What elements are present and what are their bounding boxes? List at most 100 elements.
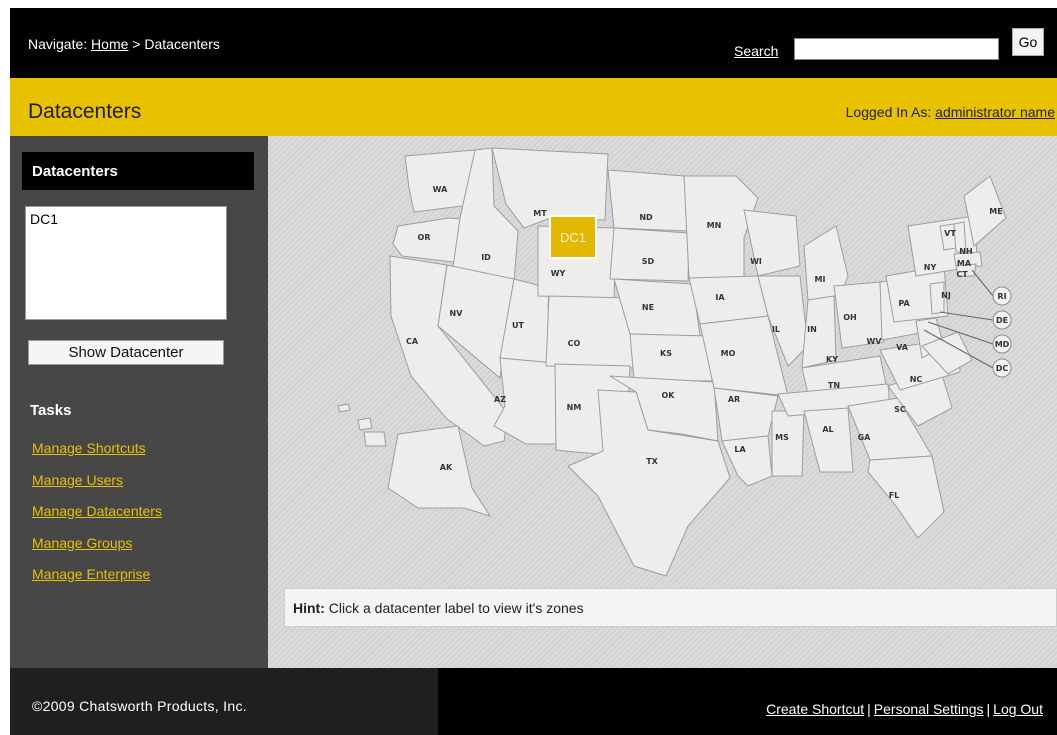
task-manage-groups-link[interactable]: Manage Groups bbox=[32, 535, 162, 567]
state-shape bbox=[357, 417, 373, 431]
task-manage-datacenters-link[interactable]: Manage Datacenters bbox=[32, 503, 162, 535]
search-input[interactable] bbox=[794, 38, 999, 60]
state-label-ia: IA bbox=[715, 293, 725, 302]
state-label-nd: ND bbox=[639, 213, 653, 222]
state-label-ms: MS bbox=[775, 433, 789, 442]
callout-label-de: DE bbox=[996, 316, 1008, 325]
state-shape bbox=[771, 410, 805, 477]
footer-left: ©2009 Chatsworth Products, Inc. bbox=[10, 668, 438, 735]
state-label-me: ME bbox=[989, 207, 1002, 216]
datacenter-listbox[interactable]: DC1 bbox=[25, 206, 227, 320]
state-label-wv: WV bbox=[866, 337, 882, 346]
log-out-link[interactable]: Log Out bbox=[993, 701, 1043, 717]
state-label-al: AL bbox=[822, 425, 833, 434]
state-shape bbox=[713, 387, 779, 442]
task-manage-users-link[interactable]: Manage Users bbox=[32, 472, 162, 504]
hint-label: Hint: bbox=[293, 600, 325, 616]
state-label-nj: NJ bbox=[941, 291, 951, 300]
state-label-nv: NV bbox=[450, 309, 464, 318]
us-map-area: WA OR CA ID NV UT AZ MT WY CO NM ND SD NE KS OK TX MN IA MO… bbox=[268, 136, 1057, 668]
search-link[interactable]: Search bbox=[734, 43, 778, 59]
state-label-mo: MO bbox=[721, 349, 736, 358]
state-label-la: LA bbox=[734, 445, 746, 454]
state-label-mi: MI bbox=[815, 275, 826, 284]
hint-text: Click a datacenter label to view it's zo… bbox=[324, 600, 584, 616]
breadcrumb-separator: > bbox=[128, 36, 145, 52]
state-label-ma: MA bbox=[957, 259, 972, 268]
state-label-ca: CA bbox=[406, 337, 419, 346]
callout-line bbox=[971, 269, 994, 297]
state-label-ok: OK bbox=[662, 391, 676, 400]
state-label-ny: NY bbox=[924, 263, 937, 272]
state-shape bbox=[363, 431, 387, 447]
separator: | bbox=[867, 701, 871, 717]
task-manage-shortcuts-link[interactable]: Manage Shortcuts bbox=[32, 440, 162, 472]
hint-box: Hint: Click a datacenter label to view i… bbox=[284, 588, 1057, 627]
state-label-ct: CT bbox=[956, 270, 968, 279]
create-shortcut-link[interactable]: Create Shortcut bbox=[766, 701, 864, 717]
state-label-sd: SD bbox=[642, 257, 655, 266]
state-label-ak: AK bbox=[440, 463, 453, 472]
state-label-mt: MT bbox=[533, 209, 547, 218]
breadcrumb-home-link[interactable]: Home bbox=[91, 36, 128, 52]
app-frame: Navigate: Home > Datacenters Search Go D… bbox=[10, 8, 1057, 735]
state-shape bbox=[867, 455, 945, 539]
datacenter-marker-label[interactable]: DC1 bbox=[560, 230, 586, 245]
personal-settings-link[interactable]: Personal Settings bbox=[874, 701, 984, 717]
state-label-mn: MN bbox=[707, 221, 722, 230]
state-label-ut: UT bbox=[512, 321, 524, 330]
callout-label-dc: DC bbox=[996, 364, 1009, 373]
state-shape bbox=[609, 227, 690, 282]
sidebar-title: Datacenters bbox=[22, 152, 254, 190]
breadcrumb-prefix: Navigate: bbox=[28, 36, 92, 52]
state-shape bbox=[688, 275, 769, 325]
logged-in-info: Logged In As: administrator name bbox=[846, 104, 1055, 120]
state-label-tn: TN bbox=[828, 381, 840, 390]
breadcrumb: Navigate: Home > Datacenters bbox=[28, 36, 220, 52]
go-button[interactable]: Go bbox=[1012, 28, 1044, 56]
state-label-tx: TX bbox=[646, 457, 658, 466]
state-label-vt: VT bbox=[944, 229, 956, 238]
callout-label-md: MD bbox=[995, 340, 1010, 349]
state-label-sc: SC bbox=[894, 405, 906, 414]
state-label-nm: NM bbox=[567, 403, 582, 412]
state-label-wy: WY bbox=[551, 269, 566, 278]
state-label-az: AZ bbox=[494, 395, 506, 404]
title-bar: Datacenters Logged In As: administrator … bbox=[10, 78, 1057, 136]
datacenter-marker-dc1[interactable]: DC1 bbox=[549, 215, 597, 259]
state-label-oh: OH bbox=[843, 313, 857, 322]
callout-label-ri: RI bbox=[997, 292, 1006, 301]
state-label-ar: AR bbox=[728, 395, 740, 404]
state-label-or: OR bbox=[418, 233, 431, 242]
user-name-link[interactable]: administrator name bbox=[935, 104, 1055, 120]
top-bar: Navigate: Home > Datacenters Search Go bbox=[10, 8, 1057, 78]
copyright: ©2009 Chatsworth Products, Inc. bbox=[32, 698, 247, 714]
page-title: Datacenters bbox=[28, 100, 142, 123]
logged-in-label: Logged In As: bbox=[845, 104, 936, 120]
state-shape bbox=[337, 403, 351, 413]
tasks-title: Tasks bbox=[30, 402, 72, 419]
state-label-ne: NE bbox=[642, 303, 654, 312]
state-label-pa: PA bbox=[898, 299, 910, 308]
state-label-il: IL bbox=[772, 325, 780, 334]
separator: | bbox=[986, 701, 991, 717]
sidebar: Datacenters DC1 Show Datacenter Tasks Ma… bbox=[10, 136, 268, 668]
state-shape bbox=[743, 209, 801, 277]
datacenter-option[interactable]: DC1 bbox=[30, 210, 222, 228]
state-shape bbox=[803, 407, 854, 473]
footer-links: Create Shortcut | Personal Settings | Log Ou… bbox=[766, 701, 1043, 717]
task-list: Manage Shortcuts Manage Users Manage Dat… bbox=[32, 440, 162, 598]
state-label-co: CO bbox=[568, 339, 581, 348]
state-label-ks: KS bbox=[660, 349, 672, 358]
state-label-ky: KY bbox=[826, 355, 838, 364]
show-datacenter-button[interactable]: Show Datacenter bbox=[28, 340, 224, 365]
task-manage-enterprise-link[interactable]: Manage Enterprise bbox=[32, 566, 162, 598]
state-shape bbox=[545, 295, 635, 369]
state-label-wi: WI bbox=[750, 257, 762, 266]
state-label-id: ID bbox=[481, 253, 491, 262]
breadcrumb-current: Datacenters bbox=[144, 36, 220, 52]
footer-right: Create Shortcut | Personal Settings | Log Ou… bbox=[438, 668, 1057, 735]
state-label-nc: NC bbox=[910, 375, 923, 384]
state-label-nh: NH bbox=[959, 247, 972, 256]
state-label-fl: FL bbox=[889, 491, 900, 500]
